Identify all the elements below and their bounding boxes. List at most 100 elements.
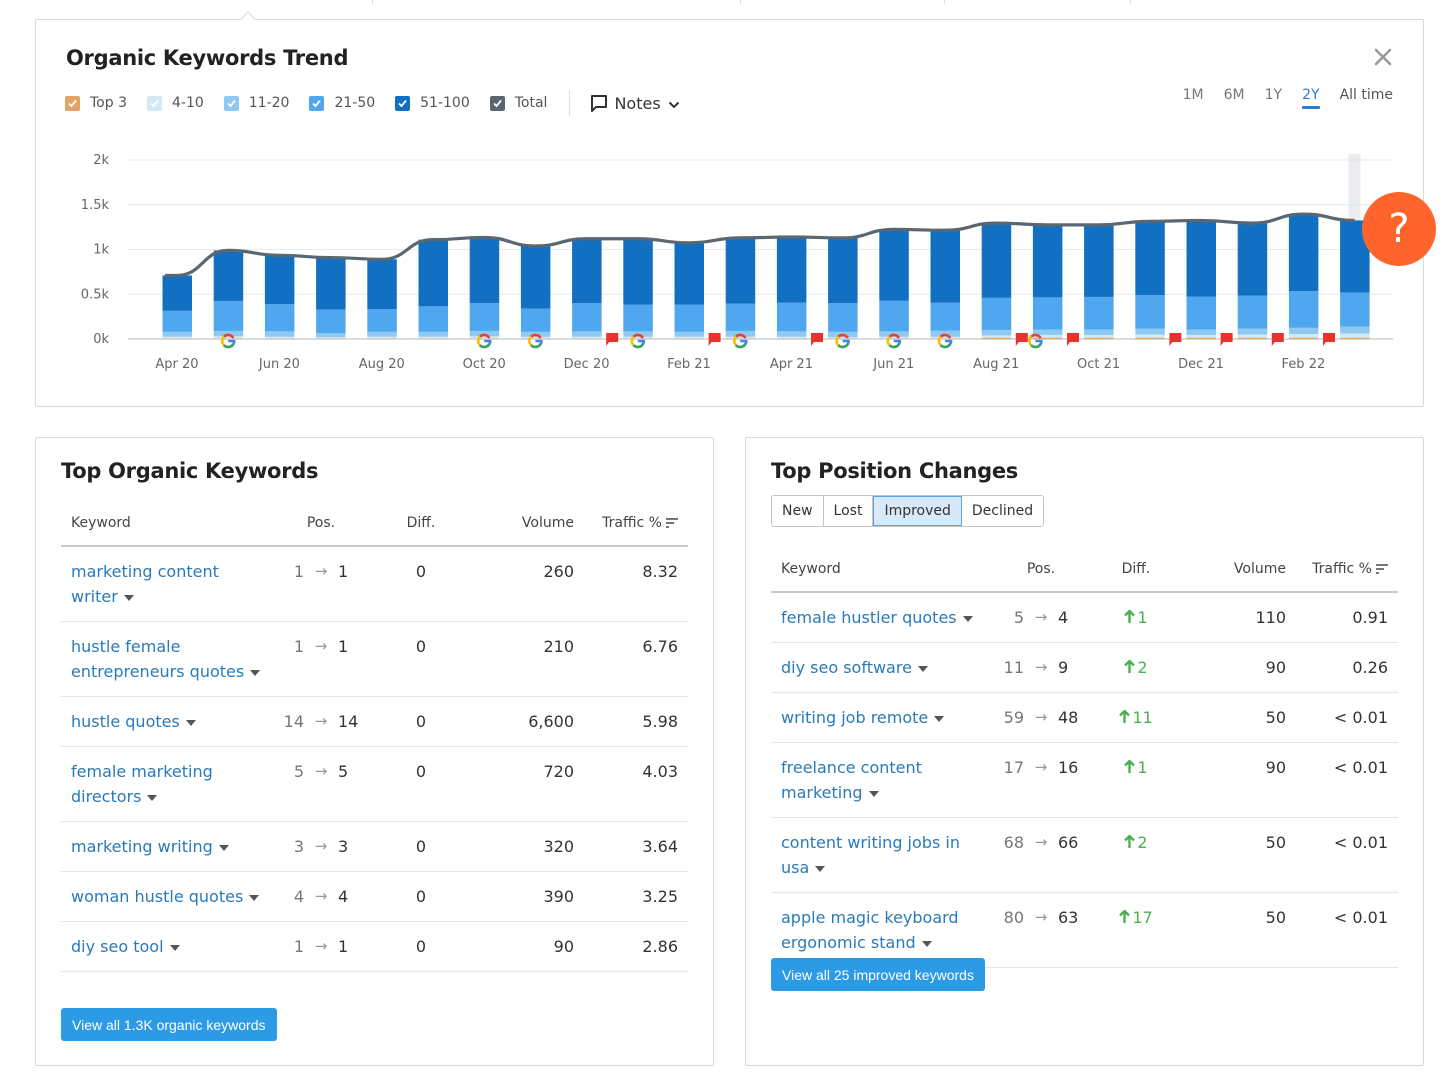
keyword-link[interactable]: marketing writing xyxy=(71,837,213,856)
bar-segment-21-50[interactable] xyxy=(776,302,807,332)
note-flag-icon[interactable] xyxy=(1169,333,1182,346)
bar-segment-11-20[interactable] xyxy=(674,331,705,337)
keyword-link[interactable]: hustle female entrepreneurs quotes xyxy=(71,637,244,681)
bar-segment-21-50[interactable] xyxy=(1032,297,1063,330)
bar-segment-4-10[interactable] xyxy=(674,336,705,339)
tab-new[interactable]: New xyxy=(772,496,824,526)
caret-down-icon[interactable] xyxy=(917,665,928,672)
bar-segment-51-100[interactable] xyxy=(162,275,193,311)
keyword-link[interactable]: apple magic keyboard ergonomic stand xyxy=(781,908,959,952)
bar-segment-4-10[interactable] xyxy=(828,337,858,339)
caret-down-icon[interactable] xyxy=(962,615,973,622)
bar-segment-11-20[interactable] xyxy=(1340,326,1370,334)
note-flag-icon[interactable] xyxy=(708,333,721,346)
bar-segment-51-100[interactable] xyxy=(828,237,858,304)
note-flag-icon[interactable] xyxy=(606,333,619,346)
bar-segment-4-10[interactable] xyxy=(213,336,244,339)
caret-down-icon[interactable] xyxy=(934,715,945,722)
bar-segment-4-10[interactable] xyxy=(572,336,602,339)
bar-segment-21-50[interactable] xyxy=(1237,295,1268,329)
bar-segment-11-20[interactable] xyxy=(418,331,449,337)
bar-segment-21-50[interactable] xyxy=(1288,291,1319,328)
bar-segment-21-50[interactable] xyxy=(1084,296,1114,330)
bar-segment-21-50[interactable] xyxy=(469,303,500,331)
bar-segment-4-10[interactable] xyxy=(367,336,397,339)
bar-segment-11-20[interactable] xyxy=(316,333,346,338)
caret-down-icon[interactable] xyxy=(123,594,134,601)
bar-segment-4-10[interactable] xyxy=(1186,334,1217,338)
bar-segment-11-20[interactable] xyxy=(1084,329,1114,335)
caret-down-icon[interactable] xyxy=(185,719,196,726)
note-flag-icon[interactable] xyxy=(1015,333,1028,346)
bar-segment-top-3[interactable] xyxy=(1288,337,1319,339)
bar-segment-21-50[interactable] xyxy=(520,308,551,332)
bar-segment-top-3[interactable] xyxy=(1340,337,1370,339)
bar-segment-4-10[interactable] xyxy=(930,336,961,339)
keyword-link[interactable]: woman hustle quotes xyxy=(71,887,243,906)
bar-segment-4-10[interactable] xyxy=(623,336,653,339)
bar-segment-11-20[interactable] xyxy=(264,331,295,337)
tab-declined[interactable]: Declined xyxy=(961,496,1044,526)
bar-segment-11-20[interactable] xyxy=(981,330,1012,336)
sort-icon[interactable] xyxy=(1376,563,1388,575)
note-flag-icon[interactable] xyxy=(1220,333,1233,346)
view-all-improved-keywords-button[interactable]: View all 25 improved keywords xyxy=(771,958,985,991)
bar-segment-4-10[interactable] xyxy=(1084,334,1114,338)
bar-segment-51-100[interactable] xyxy=(981,223,1012,298)
bar-segment-21-50[interactable] xyxy=(572,303,602,332)
bar-segment-4-10[interactable] xyxy=(1340,333,1370,338)
bar-segment-51-100[interactable] xyxy=(469,237,500,304)
caret-down-icon[interactable] xyxy=(921,940,932,947)
caret-down-icon[interactable] xyxy=(250,669,261,676)
bar-segment-top-3[interactable] xyxy=(1032,337,1063,339)
bar-segment-21-50[interactable] xyxy=(981,297,1012,331)
bar-segment-51-100[interactable] xyxy=(1186,220,1217,297)
bar-segment-51-100[interactable] xyxy=(572,238,602,304)
bar-segment-11-20[interactable] xyxy=(1288,327,1319,335)
bar-segment-4-10[interactable] xyxy=(162,336,193,339)
bar-segment-21-50[interactable] xyxy=(162,310,193,332)
keyword-link[interactable]: marketing content writer xyxy=(71,562,219,606)
keyword-link[interactable]: writing job remote xyxy=(781,708,928,727)
bar-segment-51-100[interactable] xyxy=(930,230,961,303)
bar-segment-4-10[interactable] xyxy=(469,336,500,339)
bar-segment-51-100[interactable] xyxy=(1084,224,1114,297)
bar-segment-51-100[interactable] xyxy=(520,245,551,309)
sort-icon[interactable] xyxy=(666,517,678,529)
bar-segment-4-10[interactable] xyxy=(1237,334,1268,338)
keyword-link[interactable]: diy seo tool xyxy=(71,937,164,956)
caret-down-icon[interactable] xyxy=(218,844,229,851)
bar-segment-51-100[interactable] xyxy=(776,236,807,303)
bar-segment-21-50[interactable] xyxy=(930,302,961,331)
bar-segment-4-10[interactable] xyxy=(725,336,756,339)
note-flag-icon[interactable] xyxy=(1067,333,1079,346)
bar-segment-21-50[interactable] xyxy=(264,304,295,332)
bar-segment-11-20[interactable] xyxy=(572,331,602,337)
bar-segment-11-20[interactable] xyxy=(1186,329,1217,335)
bar-segment-21-50[interactable] xyxy=(674,304,705,332)
bar-segment-51-100[interactable] xyxy=(264,255,295,305)
bar-segment-4-10[interactable] xyxy=(520,336,551,339)
bar-segment-11-20[interactable] xyxy=(776,331,807,337)
bar-segment-21-50[interactable] xyxy=(623,304,653,332)
keyword-link[interactable]: freelance content marketing xyxy=(781,758,922,802)
bar-segment-51-100[interactable] xyxy=(1237,223,1268,296)
tab-improved[interactable]: Improved xyxy=(873,496,962,526)
bar-segment-51-100[interactable] xyxy=(367,259,397,310)
bar-segment-21-50[interactable] xyxy=(367,309,397,332)
keyword-link[interactable]: female hustler quotes xyxy=(781,608,957,627)
tab-lost[interactable]: Lost xyxy=(823,496,874,526)
bar-segment-4-10[interactable] xyxy=(1135,334,1165,338)
bar-segment-top-3[interactable] xyxy=(981,337,1012,339)
bar-segment-4-10[interactable] xyxy=(776,336,807,339)
bar-segment-51-100[interactable] xyxy=(623,238,653,305)
help-button[interactable]: ? xyxy=(1362,192,1436,266)
bar-segment-51-100[interactable] xyxy=(418,239,449,307)
bar-segment-11-20[interactable] xyxy=(162,331,193,337)
bar-segment-4-10[interactable] xyxy=(418,336,449,339)
bar-segment-11-20[interactable] xyxy=(367,331,397,337)
bar-segment-21-50[interactable] xyxy=(1340,292,1370,327)
bar-segment-21-50[interactable] xyxy=(418,306,449,332)
note-flag-icon[interactable] xyxy=(1271,333,1284,346)
bar-segment-21-50[interactable] xyxy=(725,303,756,331)
